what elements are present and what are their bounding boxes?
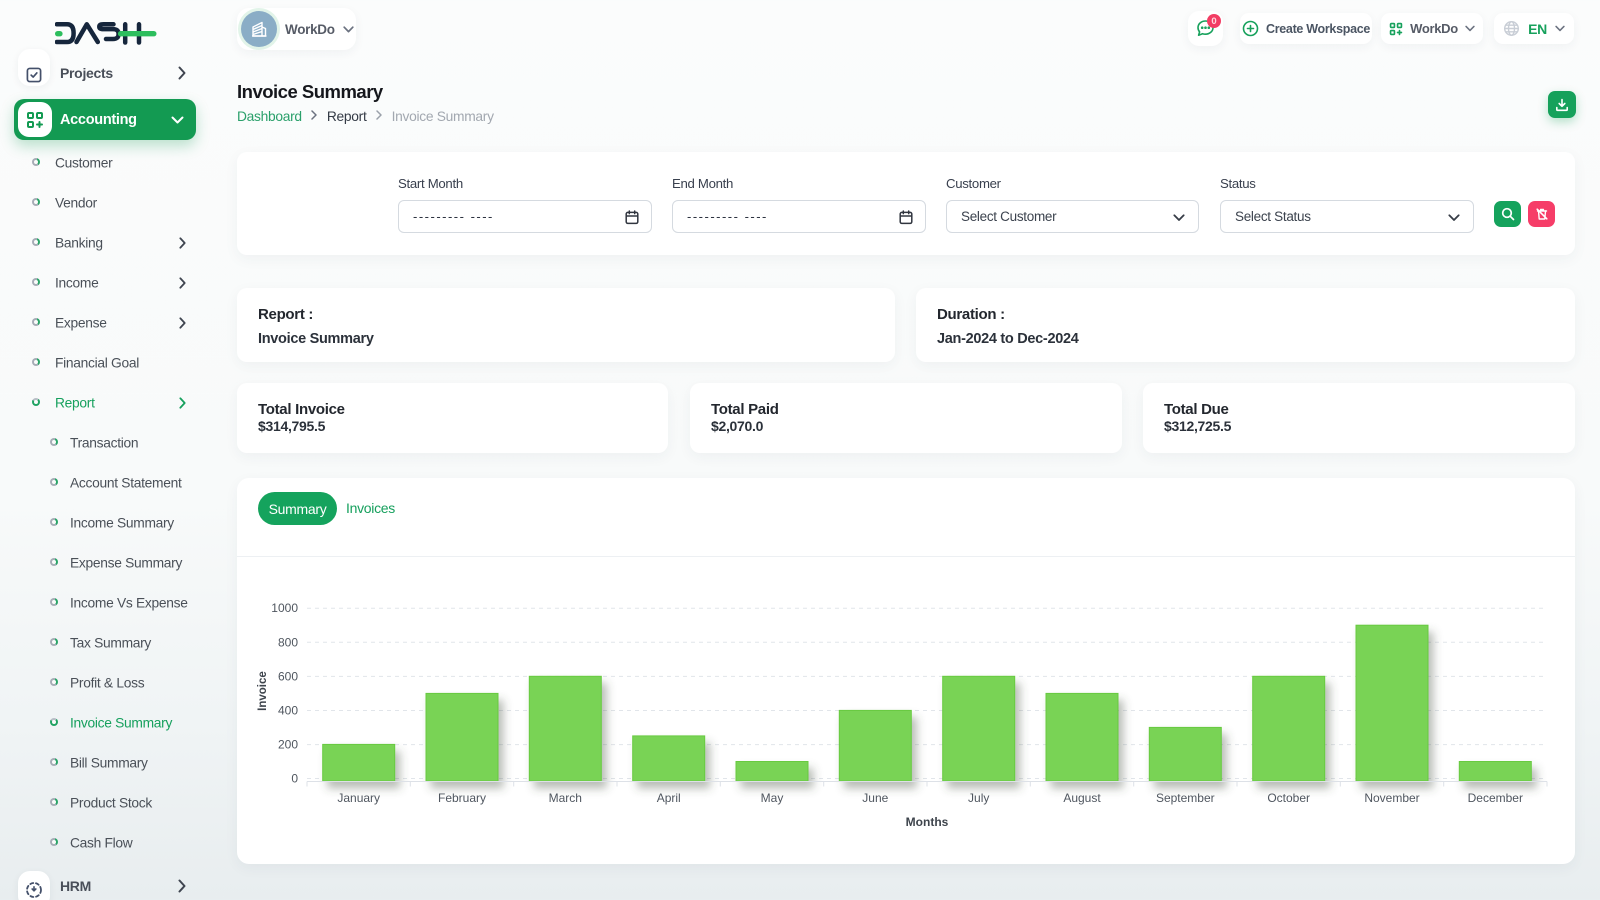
svg-text:April: April — [657, 791, 681, 805]
svg-text:August: August — [1063, 791, 1101, 805]
svg-text:Invoice: Invoice — [257, 671, 269, 711]
svg-text:200: 200 — [278, 738, 298, 752]
svg-text:May: May — [761, 791, 784, 805]
svg-text:October: October — [1267, 791, 1310, 805]
svg-text:0: 0 — [291, 772, 298, 786]
svg-text:400: 400 — [278, 704, 298, 718]
svg-text:Months: Months — [906, 815, 949, 829]
svg-text:800: 800 — [278, 635, 298, 649]
svg-text:July: July — [968, 791, 989, 805]
svg-text:December: December — [1468, 791, 1523, 805]
svg-text:June: June — [862, 791, 888, 805]
svg-text:February: February — [438, 791, 486, 805]
svg-text:600: 600 — [278, 669, 298, 683]
svg-text:1000: 1000 — [271, 601, 298, 615]
svg-text:January: January — [337, 791, 380, 805]
svg-text:March: March — [549, 791, 582, 805]
svg-text:September: September — [1156, 791, 1215, 805]
svg-text:November: November — [1364, 791, 1419, 805]
